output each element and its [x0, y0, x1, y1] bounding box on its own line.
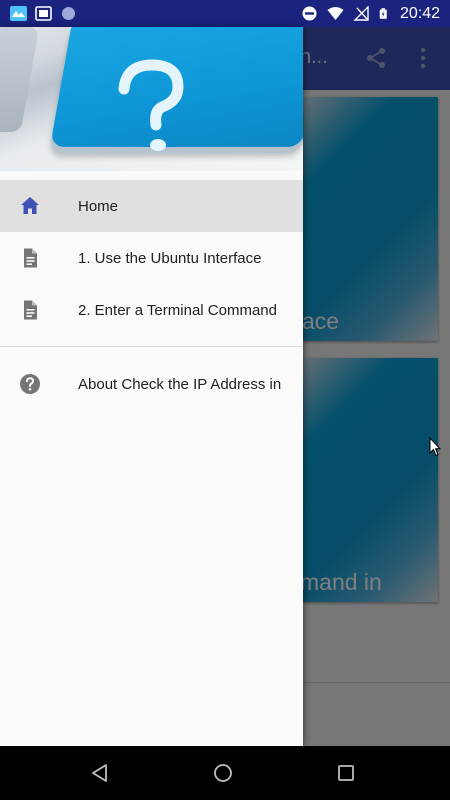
drawer-divider: [0, 346, 303, 347]
navigation-drawer: Home 1. Use the Ubuntu Interface 2. Ente…: [0, 27, 303, 746]
question-mark-icon: [118, 59, 184, 151]
status-time: 20:42: [399, 4, 440, 22]
home-icon: [21, 197, 39, 214]
back-icon[interactable]: [90, 763, 110, 783]
recents-icon[interactable]: [337, 764, 355, 782]
drawer-menu: Home 1. Use the Ubuntu Interface 2. Ente…: [0, 180, 303, 410]
app-icon: [10, 6, 27, 21]
screenshot-icon: [35, 6, 52, 21]
circle-icon: [62, 7, 75, 20]
drawer-item-label: About Check the IP Address in: [78, 375, 282, 393]
wifi-icon: [327, 7, 344, 20]
drawer-item-label: 1. Use the Ubuntu Interface: [78, 249, 262, 267]
drawer-item-label: Home: [78, 197, 119, 215]
system-navigation-bar: [0, 746, 450, 800]
drawer-item-label: 2. Enter a Terminal Command: [78, 301, 277, 319]
home-circle-icon[interactable]: [213, 763, 233, 783]
document-icon: [24, 248, 37, 268]
status-bar-left: [10, 6, 77, 21]
drawer-header-image: [0, 27, 303, 171]
battery-icon: [379, 8, 387, 19]
status-bar-right: 20:42: [301, 5, 440, 23]
keyboard-key-decoration: [0, 27, 40, 132]
drawer-item-ubuntu-interface[interactable]: 1. Use the Ubuntu Interface: [0, 232, 303, 284]
drawer-item-about[interactable]: About Check the IP Address in: [0, 358, 303, 410]
status-bar: 20:42: [0, 0, 450, 27]
mouse-cursor-icon: [429, 437, 441, 457]
drawer-item-terminal-command[interactable]: 2. Enter a Terminal Command: [0, 284, 303, 336]
help-icon: [20, 374, 40, 394]
document-icon: [24, 300, 37, 320]
do-not-disturb-icon: [302, 6, 317, 21]
no-signal-icon: [353, 6, 369, 21]
drawer-item-home[interactable]: Home: [0, 180, 303, 232]
